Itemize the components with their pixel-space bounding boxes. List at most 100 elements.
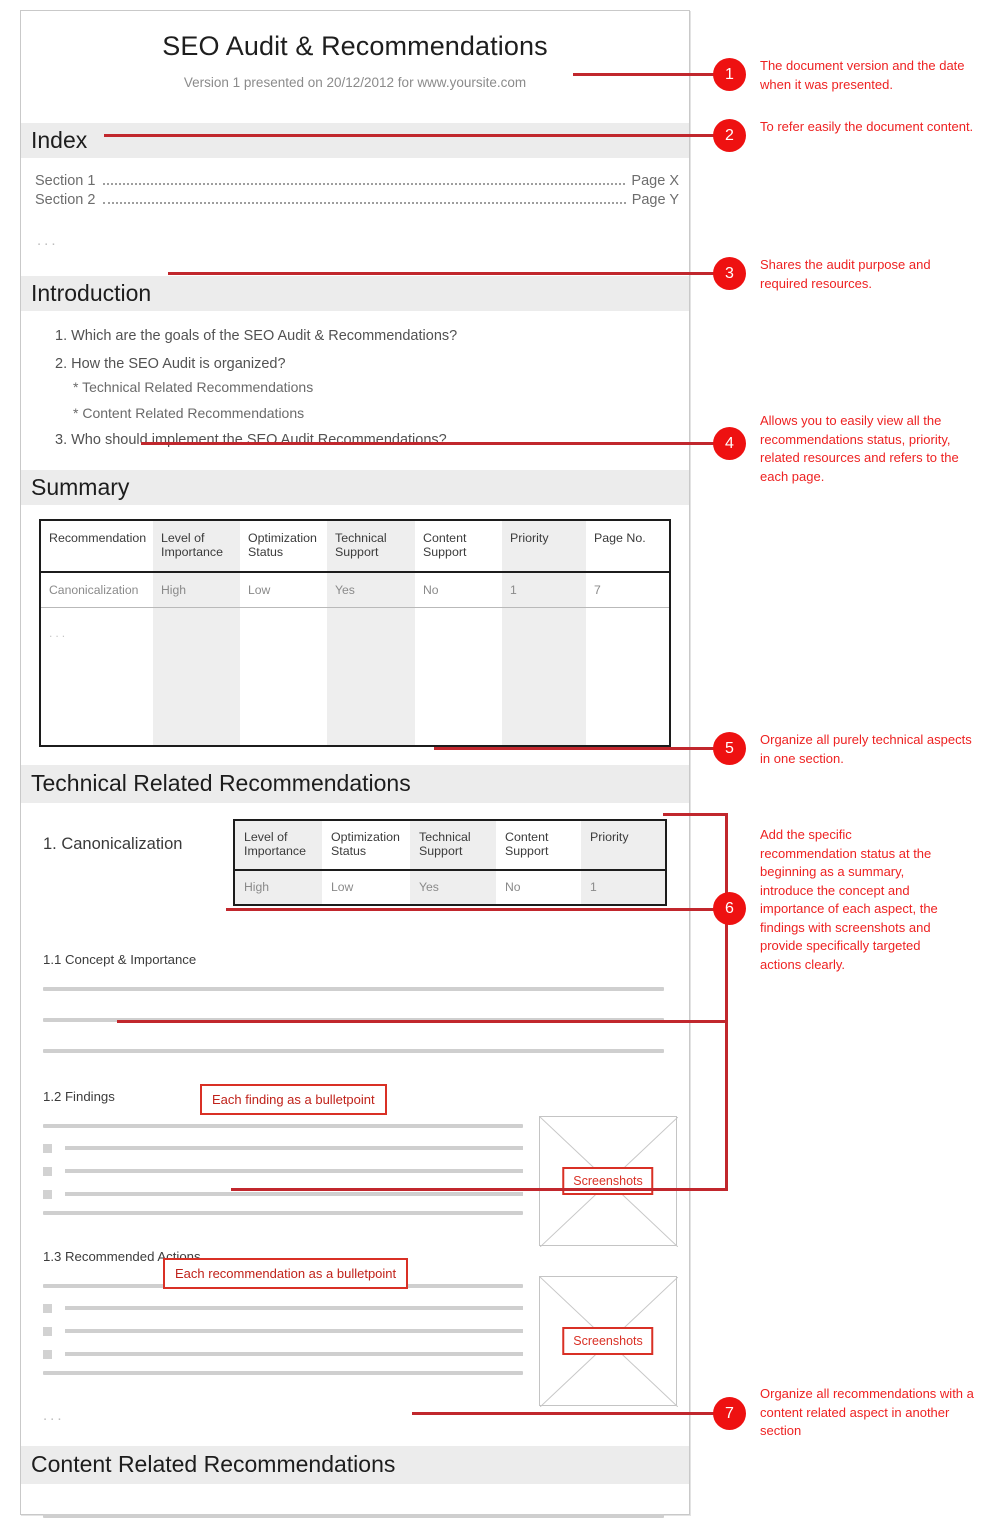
summary-heading: Summary — [31, 474, 130, 500]
subsection-concept-heading: 1.1 Concept & Importance — [43, 951, 197, 967]
bullet-square-icon — [43, 1326, 52, 1336]
table-cell: 1 — [502, 572, 586, 608]
leader-bracket-vertical-6 — [725, 813, 728, 1190]
intro-subitem: * Technical Related Recommendations — [73, 379, 314, 395]
callout-note-2: To refer easily the document content. — [760, 119, 974, 134]
column-header: Content Support — [415, 520, 502, 573]
index-ellipsis: ... — [37, 232, 59, 249]
content-lines — [21, 1484, 689, 1518]
leader-line-5 — [434, 747, 721, 750]
callout-marker-1[interactable]: 1 — [713, 58, 746, 91]
column-header: Technical Support — [410, 819, 496, 871]
content-heading: Content Related Recommendations — [31, 1451, 396, 1477]
introduction-heading: Introduction — [31, 280, 152, 306]
callout-note-4: Allows you to easily view all the recomm… — [760, 413, 959, 484]
callout-marker-7[interactable]: 7 — [713, 1397, 746, 1430]
screenshot-placeholder: Screenshots — [539, 1115, 678, 1247]
section-header-technical: Technical Related Recommendations — [21, 764, 689, 803]
recommendation-bulletpoint-note: Each recommendation as a bulletpoint — [163, 1258, 409, 1289]
placeholder-line — [65, 1169, 523, 1173]
table-cell: High — [153, 572, 240, 608]
technical-heading: Technical Related Recommendations — [31, 770, 411, 796]
index-section-label: Section 2 — [35, 192, 96, 208]
callout-marker-2[interactable]: 2 — [713, 119, 746, 152]
index-heading: Index — [31, 127, 88, 153]
table-cell: Low — [240, 572, 327, 608]
bullet-item — [43, 1166, 523, 1176]
intro-item: 2. How the SEO Audit is organized? — [55, 356, 286, 372]
callout-note-7: Organize all recommendations with a cont… — [760, 1386, 974, 1438]
table-filler-row: ... — [40, 607, 670, 746]
callout-note-1: The document version and the date when i… — [760, 58, 965, 92]
placeholder-line — [43, 986, 664, 991]
document-sheet: SEO Audit & Recommendations Version 1 pr… — [20, 10, 690, 1518]
callout-marker-5[interactable]: 5 — [713, 732, 746, 765]
table-cell-empty — [586, 608, 670, 746]
placeholder-line — [65, 1146, 523, 1150]
leader-line-6-findings — [117, 1020, 728, 1023]
callout-marker-3[interactable]: 3 — [713, 257, 746, 290]
content-ellipsis: ... — [21, 1518, 689, 1535]
placeholder-line — [65, 1306, 523, 1310]
dot-leader — [103, 183, 626, 185]
leader-line-7 — [412, 1412, 721, 1415]
table-cell: 1 — [581, 869, 666, 905]
table-row: High Low Yes No 1 — [234, 869, 666, 905]
table-cell: Yes — [410, 869, 496, 905]
column-header: Optimization Status — [322, 819, 410, 871]
leader-line-2 — [104, 134, 721, 137]
status-table-wrap: Level of Importance Optimization Status … — [233, 818, 667, 906]
recommendation-block: 1. Canonicalization Level of Importance … — [21, 818, 689, 919]
table-row: Canonicalization High Low Yes No 1 7 — [40, 572, 670, 608]
leader-line-3 — [168, 272, 721, 275]
placeholder-line — [43, 1370, 523, 1375]
column-header: Level of Importance — [153, 520, 240, 573]
bullet-item — [43, 1143, 523, 1153]
index-page-ref: Page X — [631, 173, 679, 189]
column-header: Content Support — [496, 819, 581, 871]
callout-note-3: Shares the audit purpose and required re… — [760, 257, 931, 291]
column-header: Recommendation — [40, 520, 153, 573]
placeholder-line — [43, 1123, 523, 1128]
intro-item: 1. Which are the goals of the SEO Audit … — [55, 328, 458, 344]
column-header: Priority — [502, 520, 586, 573]
screenshot-placeholder: Screenshots — [539, 1275, 678, 1407]
bullet-item — [43, 1303, 523, 1313]
placeholder-line — [43, 1048, 664, 1053]
index-row: Section 2 Page Y — [35, 191, 679, 210]
table-cell: 7 — [586, 572, 670, 608]
findings-block: Screenshots — [21, 1104, 689, 1247]
index-row: Section 1 Page X — [35, 172, 679, 191]
placeholder-line — [65, 1329, 523, 1333]
leader-line-4 — [141, 442, 721, 445]
section-header-index: Index — [21, 123, 689, 158]
bullet-square-icon — [43, 1189, 52, 1199]
table-cell-empty — [502, 607, 586, 746]
page-title: SEO Audit & Recommendations — [162, 31, 548, 61]
leader-line-6-concept — [226, 908, 728, 911]
column-header: Page No. — [586, 520, 670, 573]
callout-marker-6[interactable]: 6 — [713, 892, 746, 925]
callout-marker-4[interactable]: 4 — [713, 427, 746, 460]
page-root: SEO Audit & Recommendations Version 1 pr… — [0, 0, 990, 1535]
index-section-label: Section 1 — [35, 173, 96, 189]
table-cell: No — [505, 879, 521, 894]
dot-leader — [103, 202, 626, 204]
table-cell: Yes — [327, 572, 415, 608]
section-header-introduction: Introduction — [21, 276, 689, 311]
table-cell: Low — [331, 879, 354, 894]
introduction-list: 1. Which are the goals of the SEO Audit … — [21, 311, 689, 457]
concept-lines — [21, 967, 689, 1053]
table-cell: Canonicalization — [40, 572, 153, 608]
summary-ellipsis: ... — [49, 626, 69, 640]
column-header: Level of Importance — [234, 819, 322, 871]
leader-line-1 — [573, 73, 721, 76]
table-cell-empty — [240, 608, 327, 746]
finding-bulletpoint-note: Each finding as a bulletpoint — [200, 1084, 387, 1115]
bullet-square-icon — [43, 1143, 52, 1153]
table-cell-empty — [327, 607, 415, 746]
index-page-ref: Page Y — [631, 192, 679, 208]
placeholder-line — [65, 1192, 523, 1196]
placeholder-line — [65, 1352, 523, 1356]
bullet-square-icon — [43, 1349, 52, 1359]
